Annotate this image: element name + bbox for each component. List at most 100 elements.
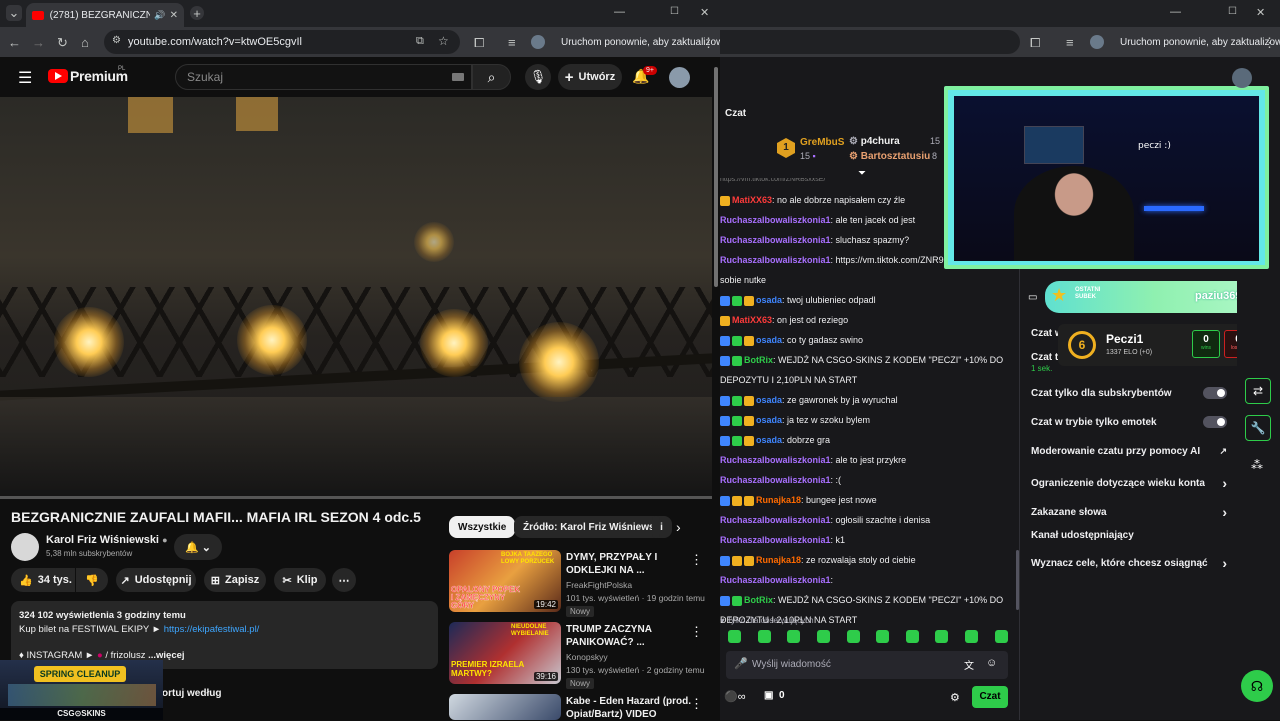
chat-username[interactable]: osada	[756, 335, 782, 345]
emote-icon[interactable]	[728, 630, 742, 643]
close-window-icon[interactable]: ✕	[700, 6, 709, 19]
extensions-icon-right[interactable]: ⧠	[1030, 35, 1040, 51]
settings-back-icon[interactable]: ▭	[1028, 292, 1037, 303]
address-bar[interactable]: youtube.com/watch?v=ktwOE5cgvIl ⚙ ⧉ ☆	[104, 30, 460, 54]
chat-badge-icon[interactable]	[744, 495, 754, 506]
save-button[interactable]: ⊞ Zapisz	[204, 568, 266, 592]
festival-link[interactable]: https://ekipafestiwal.pl/	[164, 624, 260, 635]
emote-icon[interactable]	[876, 630, 890, 643]
toggle-switch[interactable]	[1203, 387, 1227, 399]
chat-username[interactable]: Ruchaszalbowaliszkonia1	[720, 515, 831, 525]
rec-channel[interactable]: FreakFightPolska	[566, 580, 632, 590]
chat-badge-icon[interactable]	[732, 355, 742, 366]
chat-badge-icon[interactable]	[720, 555, 730, 566]
emote-icon[interactable]	[935, 630, 949, 643]
minimize-icon-right[interactable]: —	[1170, 6, 1181, 18]
video-player[interactable]	[0, 97, 712, 497]
profile-avatar-right[interactable]	[1090, 35, 1104, 49]
emote-icon[interactable]	[965, 630, 979, 643]
rec-thumbnail[interactable]	[449, 694, 561, 720]
chat-badge-icon[interactable]	[720, 315, 730, 326]
chip-source-channel[interactable]: Źródło: Karol Friz Wiśniewski	[514, 516, 672, 538]
chat-username[interactable]: osada	[756, 415, 782, 425]
rec-thumbnail[interactable]: NIEUDOLNE WYBIELANIE PREMIER IZRAELA MAR…	[449, 622, 561, 684]
share-button[interactable]: ↗ Udostępnij	[116, 568, 196, 592]
rec-thumbnail[interactable]: BOJKA TAAZEGO LOWY PORZUCEK OPALONY POPE…	[449, 550, 561, 612]
emote-icon[interactable]	[994, 630, 1008, 643]
chat-username[interactable]: MatiXX63	[732, 195, 772, 205]
chat-username[interactable]: BotRix	[744, 355, 773, 365]
twitch-user-avatar[interactable]	[1232, 68, 1252, 88]
page-scrollbar[interactable]	[712, 57, 720, 720]
leaderboard-user[interactable]: ⚙ p4chura	[849, 136, 900, 147]
rec-title[interactable]: TRUMP ZACZYNA PANIKOWAĆ? ...	[566, 623, 686, 649]
chat-badge-icon[interactable]	[732, 295, 742, 306]
new-tab-icon[interactable]: +	[190, 6, 204, 21]
chat-badge-icon[interactable]	[720, 355, 730, 366]
rec-menu-icon[interactable]: ⋮	[690, 696, 703, 712]
chat-badge-icon[interactable]	[744, 295, 754, 306]
youtube-logo-icon[interactable]	[48, 69, 68, 83]
chat-badge-icon[interactable]	[744, 335, 754, 346]
emote-icon[interactable]	[817, 630, 831, 643]
emote-icon[interactable]	[846, 630, 860, 643]
chat-username[interactable]: osada	[756, 295, 782, 305]
send-chat-button[interactable]: Czat	[972, 686, 1008, 708]
chat-badge-icon[interactable]	[720, 295, 730, 306]
chat-username[interactable]: BotRix	[744, 595, 773, 605]
chat-username[interactable]: Ruchaszalbowaliszkonia1	[720, 255, 831, 265]
rec-title[interactable]: Kabe - Eden Hazard (prod. Opiat/Bartz) V…	[566, 695, 696, 721]
setting-row[interactable]: Czat w trybie tylko emotek	[1031, 416, 1227, 428]
chat-badge-icon[interactable]	[720, 395, 730, 406]
chat-badge-icon[interactable]	[744, 415, 754, 426]
chat-badge-icon[interactable]	[720, 415, 730, 426]
menu-dots-icon-right[interactable]: ⋮	[1263, 35, 1276, 51]
channel-name[interactable]: Karol Friz Wiśniewski ●	[46, 534, 168, 546]
emote-icon[interactable]	[787, 630, 801, 643]
wrench-icon[interactable]: 🔧	[1245, 415, 1271, 441]
chat-badge-icon[interactable]	[720, 495, 730, 506]
emote-icon[interactable]	[757, 630, 771, 643]
rec-menu-icon[interactable]: ⋮	[690, 624, 703, 640]
close-tab-icon[interactable]: ✕	[170, 10, 178, 21]
more-actions-button[interactable]: ⋯	[332, 568, 356, 592]
maximize-icon-right[interactable]: ☐	[1228, 6, 1237, 17]
close-window-icon-right[interactable]: ✕	[1256, 6, 1265, 19]
minimize-icon[interactable]: —	[614, 6, 625, 18]
setting-row[interactable]: Zakazane słowa ›	[1031, 504, 1227, 520]
voice-search-icon[interactable]: 🎙	[525, 64, 551, 90]
leaderboard-user[interactable]: ⚙ Bartosztatusiu	[849, 151, 930, 162]
mod-view-icon[interactable]: ⇄	[1245, 378, 1271, 404]
chat-username[interactable]: Ruchaszalbowaliszkonia1	[720, 535, 831, 545]
browser-tab-youtube[interactable]: (2781) BEZGRANICZNIE ZAUF 🔊 ✕	[26, 3, 184, 27]
menu-dots-icon[interactable]: ⋮	[702, 35, 715, 51]
setting-row[interactable]: Wyznacz cele, które chcesz osiągnąć ›	[1031, 555, 1227, 571]
create-button[interactable]: + Utwórz	[558, 64, 622, 90]
dislike-button[interactable]: 👎	[76, 568, 108, 592]
hamburger-menu-icon[interactable]: ☰	[18, 68, 32, 88]
video-progress-bar[interactable]	[0, 496, 712, 499]
maximize-icon[interactable]: ☐	[670, 6, 679, 17]
chat-badge-icon[interactable]	[744, 435, 754, 446]
channel-avatar[interactable]	[11, 533, 39, 561]
install-icon[interactable]: ⧉	[416, 35, 424, 48]
account-avatar[interactable]	[669, 67, 690, 88]
chat-username[interactable]: Ruchaszalbowaliszkonia1	[720, 215, 831, 225]
chat-input[interactable]: 🎤 Wyślij wiadomość 文 ☺	[726, 651, 1008, 679]
chat-badge-icon[interactable]	[720, 435, 730, 446]
chat-badge-icon[interactable]	[732, 495, 742, 506]
audio-icon[interactable]: 🔊	[154, 10, 165, 21]
channel-points-icon[interactable]: ⚫∞	[724, 690, 746, 703]
chat-username[interactable]: Ruchaszalbowaliszkonia1	[720, 575, 831, 585]
chat-badge-icon[interactable]	[720, 595, 730, 606]
profile-avatar[interactable]	[531, 35, 545, 49]
reload-icon[interactable]: ↻	[57, 35, 68, 51]
chat-username[interactable]: MatiXX63	[732, 315, 772, 325]
site-info-icon[interactable]: ⚙	[112, 35, 121, 46]
chat-username[interactable]: Ruchaszalbowaliszkonia1	[720, 455, 831, 465]
chat-badge-icon[interactable]	[732, 415, 742, 426]
address-bar-right[interactable]	[720, 30, 1020, 54]
emote-picker-icon[interactable]: ☺	[986, 657, 997, 669]
chat-username[interactable]: Ruchaszalbowaliszkonia1	[720, 235, 831, 245]
search-button[interactable]: ⌕	[472, 64, 511, 90]
